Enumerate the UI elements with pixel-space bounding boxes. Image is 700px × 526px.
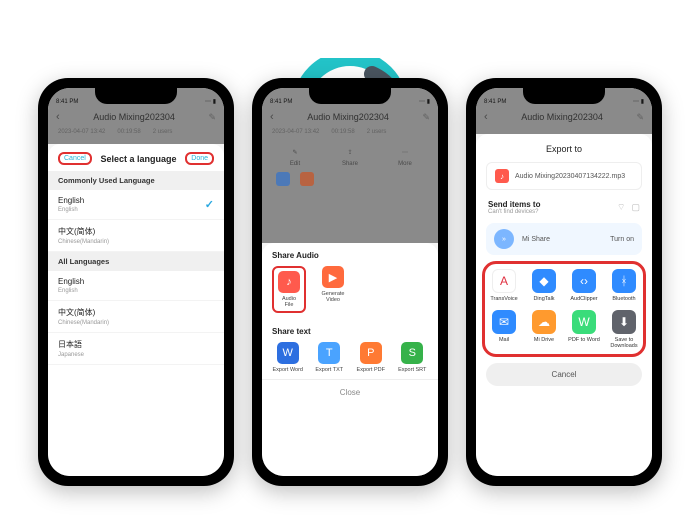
- app-header: ‹ Audio Mixing202304 ✎: [262, 105, 438, 127]
- export-title: Export to: [476, 134, 652, 162]
- share-text-title: Share text: [262, 319, 438, 340]
- mishare-row[interactable]: » Mi Share Turn on: [486, 223, 642, 255]
- edit-icon[interactable]: ✎: [422, 112, 430, 123]
- language-item[interactable]: 日本語Japanese: [48, 333, 224, 365]
- edit-icon[interactable]: ✎: [208, 112, 216, 123]
- share-generate-video[interactable]: ▶ Generate Video: [316, 266, 350, 313]
- cancel-button[interactable]: Cancel: [486, 363, 642, 386]
- done-button[interactable]: Done: [185, 152, 214, 165]
- export-txt[interactable]: TExport TXT: [314, 342, 346, 373]
- mishare-turn-on[interactable]: Turn on: [610, 236, 634, 243]
- language-item[interactable]: EnglishEnglish: [48, 271, 224, 301]
- notch: [309, 86, 391, 104]
- page-title: Audio Mixing202304: [66, 112, 203, 122]
- check-icon: ✓: [205, 198, 214, 211]
- close-button[interactable]: Close: [262, 379, 438, 403]
- export-srt[interactable]: SExport SRT: [397, 342, 429, 373]
- app-header: ‹ Audio Mixing202304 ✎: [476, 105, 652, 127]
- cancel-button[interactable]: Cancel: [58, 152, 92, 165]
- highlight-outline: [482, 261, 646, 357]
- audio-file-icon: ♪: [495, 169, 509, 183]
- send-items-title: Send items to: [488, 200, 540, 209]
- export-word[interactable]: WExport Word: [272, 342, 304, 373]
- share-sheet: Share Audio ♪ Audio File ▶ Generate Vide…: [262, 243, 438, 476]
- language-item[interactable]: 中文(简体)Chinese(Mandarin): [48, 301, 224, 333]
- back-icon[interactable]: ‹: [484, 111, 488, 123]
- meta-row: 2023-04-07 13:4200:19:582 users: [262, 127, 438, 141]
- app-header: ‹ Audio Mixing202304 ✎: [48, 105, 224, 127]
- share-audio-title: Share Audio: [262, 243, 438, 264]
- section-all: All Languages: [48, 252, 224, 271]
- send-items-sub[interactable]: Can't find devices?: [488, 209, 540, 215]
- phone-3: 8:41 PM⋯ ▮ ‹ Audio Mixing202304 ✎ Export…: [466, 78, 662, 486]
- sheet-title: Select a language: [101, 154, 177, 164]
- language-item[interactable]: EnglishEnglish ✓: [48, 190, 224, 220]
- mishare-icon: »: [494, 229, 514, 249]
- notch: [523, 86, 605, 104]
- language-sheet: Cancel Select a language Done Commonly U…: [48, 144, 224, 476]
- language-item[interactable]: 中文(简体)Chinese(Mandarin): [48, 220, 224, 252]
- page-title: Audio Mixing202304: [494, 112, 631, 122]
- phone-2: 8:41 PM⋯ ▮ ‹ Audio Mixing202304 ✎ 2023-0…: [252, 78, 448, 486]
- share-audio-file[interactable]: ♪ Audio File: [272, 266, 306, 313]
- back-icon[interactable]: ‹: [270, 111, 274, 123]
- section-common: Commonly Used Language: [48, 171, 224, 190]
- export-pdf[interactable]: PExport PDF: [355, 342, 387, 373]
- file-chip[interactable]: ♪ Audio Mixing20230407134222.mp3: [486, 162, 642, 190]
- phone-1: 8:41 PM⋯ ▮ ‹ Audio Mixing202304 ✎ 2023-0…: [38, 78, 234, 486]
- monitor-icon[interactable]: ▢: [631, 202, 640, 213]
- notch: [95, 86, 177, 104]
- send-target-icons: ⌔▢: [617, 202, 640, 213]
- content-preview: [272, 158, 428, 198]
- back-icon[interactable]: ‹: [56, 111, 60, 123]
- page-title: Audio Mixing202304: [280, 112, 417, 122]
- edit-icon[interactable]: ✎: [636, 112, 644, 123]
- export-sheet: Export to ♪ Audio Mixing20230407134222.m…: [476, 134, 652, 476]
- cast-icon[interactable]: ⌔: [617, 202, 625, 213]
- meta-row: 2023-04-07 13:4200:19:582 users: [48, 127, 224, 141]
